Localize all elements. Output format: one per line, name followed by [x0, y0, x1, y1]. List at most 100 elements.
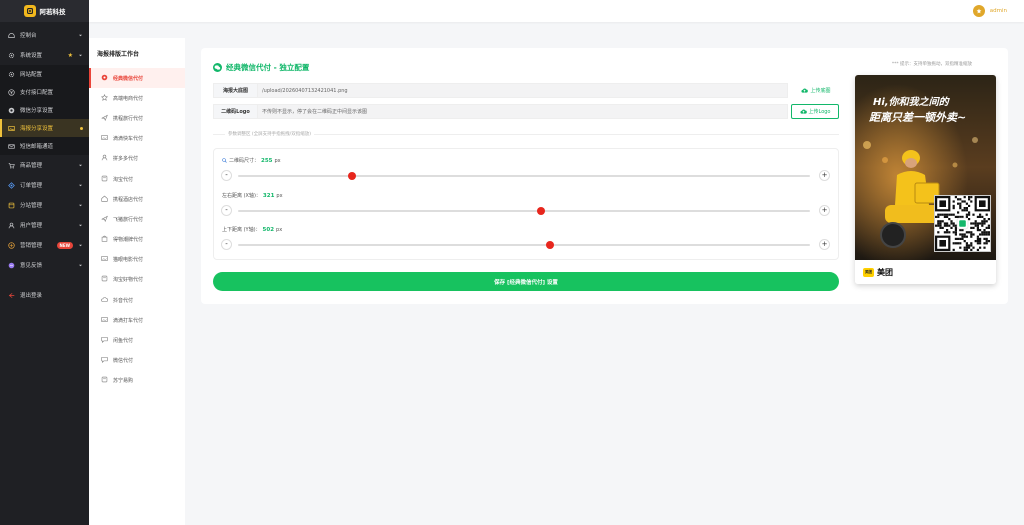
sidebar-item-7[interactable]: 商品管理 [0, 155, 89, 175]
bg-image-input[interactable]: /upload/20260407132421041.png [258, 83, 788, 98]
wechat-icon [213, 63, 222, 72]
gear-icon [8, 71, 15, 78]
template-item-label: 微信代付 [113, 358, 134, 365]
template-item-label: 抖音代付 [113, 297, 134, 304]
sidebar-item-label: 退出登录 [20, 293, 43, 299]
dashboard-icon [8, 32, 15, 39]
cloud-upload-icon [799, 109, 807, 114]
template-item-10[interactable]: 淘宝好物代付 [89, 270, 185, 290]
template-item-label: 经典微信代付 [113, 75, 144, 82]
save-button[interactable]: 保存 [经典微信代付] 设置 [213, 272, 839, 291]
template-item-9[interactable]: 猫眼电影代付 [89, 250, 185, 270]
top-bar: admin [89, 0, 1024, 22]
sidebar-item-8[interactable]: 订单管理 [0, 175, 89, 195]
sidebar-item-label: 意见反馈 [20, 263, 43, 269]
template-item-label: 高端电商代付 [113, 95, 144, 102]
template-item-13[interactable]: 闲鱼代付 [89, 330, 185, 350]
home-icon [101, 195, 108, 204]
sidebar-item-4[interactable]: 微信分享设置 [0, 101, 89, 119]
template-item-11[interactable]: 抖音代付 [89, 290, 185, 310]
sidebar-item-12[interactable]: 意见反馈 [0, 255, 89, 275]
slider-track[interactable] [238, 241, 810, 249]
sidebar-item-label: 商品管理 [20, 163, 43, 169]
sidebar-nav: 控制台系统设置 ★ 网站配置支付接口配置 微信分享设置 海报分享设置短信邮箱通道 商品管理… [0, 25, 89, 305]
template-item-2[interactable]: 携程旅行代付 [89, 108, 185, 128]
site-icon [8, 202, 15, 209]
sidebar-item-10[interactable]: 用户管理 [0, 215, 89, 235]
user-icon [101, 154, 108, 163]
sidebar-item-label: 网站配置 [20, 72, 43, 78]
meituan-logo-icon: 美团 [863, 267, 874, 277]
slider-track[interactable] [238, 207, 810, 215]
template-item-7[interactable]: 飞猪旅行代付 [89, 209, 185, 229]
slider-decrease-button[interactable]: - [221, 170, 232, 181]
sidebar: 阿若科技 控制台系统设置 ★ 网站配置支付接口配置 微信分享设置 海报分享设置短信邮箱通… [0, 0, 89, 525]
template-item-4[interactable]: 拼多多代付 [89, 149, 185, 169]
chat-icon [101, 336, 108, 345]
template-item-1[interactable]: 高端电商代付 [89, 88, 185, 108]
template-list: 经典微信代付 高端电商代付携程旅行代付滴滴快车代付拼多多代付淘宝代付携程酒店代付飞… [89, 68, 185, 391]
template-item-label: 淘宝代付 [113, 176, 134, 183]
upload-logo-button[interactable]: 上传Logo [791, 104, 839, 119]
image-icon [101, 255, 108, 264]
upload-bg-button[interactable]: 上传底图 [794, 83, 838, 98]
mail-icon [8, 143, 15, 150]
template-item-14[interactable]: 微信代付 [89, 351, 185, 371]
brand[interactable]: 阿若科技 [0, 0, 89, 22]
slider-increase-button[interactable]: + [819, 205, 830, 216]
template-item-label: 淘宝好物代付 [113, 277, 144, 284]
panel-title: 海报排版工作台 [97, 51, 140, 58]
template-item-5[interactable]: 淘宝代付 [89, 169, 185, 189]
brand-logo-icon [23, 5, 36, 17]
template-item-12[interactable]: 滴滴打车代付 [89, 310, 185, 330]
template-item-0[interactable]: 经典微信代付 [89, 68, 185, 89]
poster-preview[interactable]: Hi,你和我之间的 距离只差一顿外卖~ 美团 美团 [855, 75, 996, 284]
slider-thumb[interactable] [348, 172, 357, 180]
template-item-3[interactable]: 滴滴快车代付 [89, 129, 185, 149]
sidebar-item-1[interactable]: 系统设置 ★ [0, 45, 89, 65]
sidebar-item-label: 控制台 [20, 33, 37, 39]
template-item-15[interactable]: 苏宁易购 [89, 371, 185, 391]
bg-image-label: 海报大底图 [213, 83, 258, 98]
box-icon [101, 376, 108, 385]
qr-code [934, 195, 991, 252]
avatar[interactable] [972, 5, 985, 17]
slider-decrease-button[interactable]: - [221, 205, 232, 216]
user-menu[interactable]: admin [972, 5, 1007, 17]
sidebar-item-3[interactable]: 支付接口配置 [0, 83, 89, 101]
cart-icon [8, 162, 15, 169]
template-item-6[interactable]: 携程酒店代付 [89, 189, 185, 209]
username[interactable]: admin [990, 8, 1007, 14]
chevron-down-icon [79, 34, 82, 36]
sidebar-item-6[interactable]: 短信邮箱通道 [0, 137, 89, 155]
template-item-label: 闲鱼代付 [113, 338, 134, 345]
sidebar-item-5[interactable]: 海报分享设置 [0, 119, 89, 137]
template-item-8[interactable]: 得物潮牌代付 [89, 230, 185, 250]
wechat-icon [101, 74, 108, 83]
new-badge: NEW [56, 241, 73, 249]
chevron-down-icon [79, 264, 82, 266]
image-icon [101, 316, 108, 325]
slider-thumb[interactable] [537, 207, 546, 215]
box-icon [101, 275, 108, 284]
slider-increase-button[interactable]: + [819, 170, 830, 181]
sidebar-item-11[interactable]: 营销管理 NEW [0, 235, 89, 255]
slider-label-2: 上下距离 (Y轴)： 502 px [222, 226, 283, 234]
sidebar-item-0[interactable]: 控制台 [0, 25, 89, 45]
slider-increase-button[interactable]: + [819, 239, 830, 250]
template-item-label: 滴滴快车代付 [113, 136, 144, 143]
slider-track[interactable] [238, 172, 810, 180]
cloud-upload-icon [801, 88, 809, 93]
logo-row: 二维码Logo 不传则不显示，停了会在二维码正中间显示该图 [213, 104, 788, 119]
slider-decrease-button[interactable]: - [221, 239, 232, 250]
poster-headline-2: 距离只差一顿外卖~ [869, 111, 967, 124]
sidebar-item-label: 短信邮箱通道 [20, 144, 54, 150]
sidebar-item-9[interactable]: 分站管理 [0, 195, 89, 215]
logo-input[interactable]: 不传则不显示，停了会在二维码正中间显示该图 [258, 104, 788, 119]
slider-thumb[interactable] [545, 241, 554, 249]
image-icon [101, 134, 108, 143]
sidebar-item-2[interactable]: 网站配置 [0, 65, 89, 83]
template-item-label: 猫眼电影代付 [113, 257, 144, 264]
box-icon [101, 175, 108, 184]
sidebar-item-13[interactable]: 退出登录 [0, 285, 89, 305]
